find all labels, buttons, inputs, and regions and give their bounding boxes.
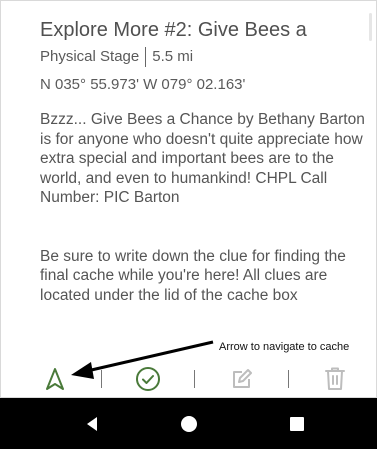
cache-detail-panel: Explore More #2: Give Bees a Physical St…	[0, 0, 377, 398]
clue-note: Be sure to write down the clue for findi…	[40, 247, 346, 304]
check-circle-icon	[136, 367, 160, 391]
action-divider	[101, 370, 102, 388]
edit-icon	[233, 369, 252, 388]
navigate-button[interactable]	[39, 363, 71, 395]
action-divider	[288, 370, 289, 388]
navigate-arrow-icon	[46, 368, 64, 390]
cache-card: Explore More #2: Give Bees a Physical St…	[40, 17, 366, 305]
system-nav-bar	[0, 398, 377, 449]
back-button[interactable]	[80, 412, 104, 436]
recents-button[interactable]	[285, 412, 309, 436]
back-icon	[87, 417, 97, 431]
coordinates: N 035° 55.973' W 079° 02.163'	[40, 76, 246, 93]
home-icon	[181, 416, 197, 432]
cache-title[interactable]: Explore More #2: Give Bees a	[40, 17, 366, 43]
action-bar	[1, 361, 377, 397]
home-button[interactable]	[177, 412, 201, 436]
found-button[interactable]	[132, 363, 164, 395]
annotation-label: Arrow to navigate to cache	[219, 341, 350, 353]
cache-description: Bzzz... Give Bees a Chance by Bethany Ba…	[40, 111, 365, 206]
scroll-indicator[interactable]	[369, 13, 372, 41]
subtitle-divider	[145, 47, 147, 67]
recents-icon	[290, 417, 304, 431]
distance-label: 5.5 mi	[152, 48, 194, 65]
action-divider	[194, 370, 195, 388]
stage-label: Physical Stage	[40, 48, 140, 65]
trash-icon	[325, 367, 345, 390]
edit-button[interactable]	[226, 363, 258, 395]
delete-button[interactable]	[319, 363, 351, 395]
cache-subtitle: Physical Stage 5.5 mi	[40, 47, 366, 67]
